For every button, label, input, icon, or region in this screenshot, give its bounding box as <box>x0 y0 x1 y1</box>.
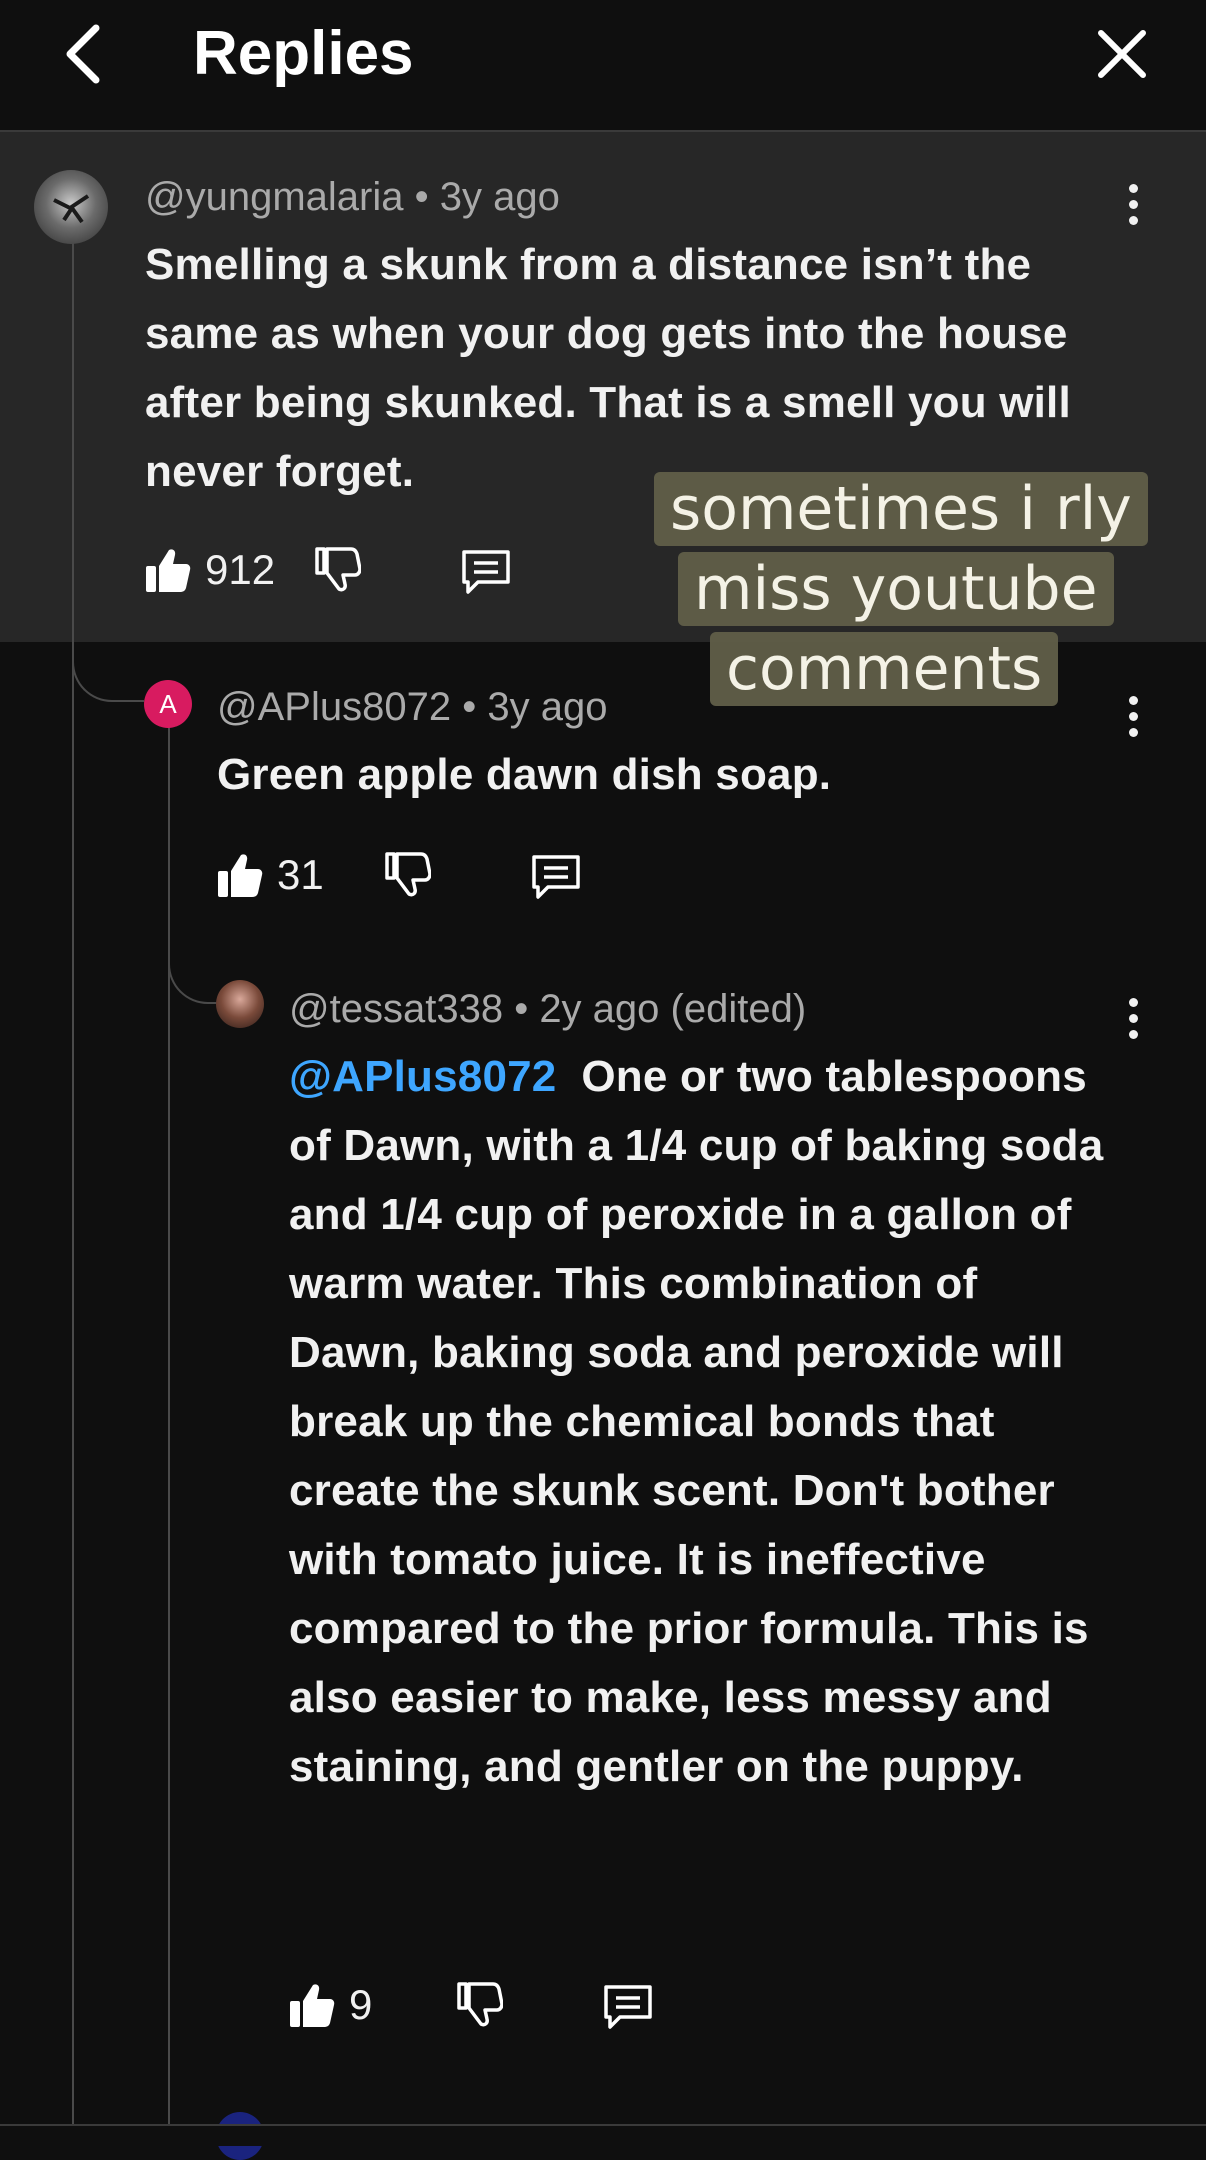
avatar-image <box>53 194 90 224</box>
overlay-caption-line: miss youtube <box>678 552 1114 626</box>
more-vert-icon[interactable] <box>1113 988 1153 1048</box>
back-button[interactable] <box>52 22 116 86</box>
like-icon <box>218 854 263 897</box>
comment-time: 3y ago <box>487 685 608 729</box>
reply-button[interactable] <box>460 548 512 596</box>
comment-time: 2y ago (edited) <box>539 987 807 1031</box>
reply-button[interactable] <box>530 853 582 901</box>
like-count: 31 <box>277 851 324 898</box>
close-button[interactable] <box>1090 22 1154 86</box>
more-vert-icon[interactable] <box>1113 174 1153 234</box>
dislike-button[interactable] <box>457 1980 503 2028</box>
overlay-caption-line: comments <box>710 632 1059 706</box>
reply-button[interactable] <box>602 1983 654 2031</box>
like-button[interactable]: 9 <box>289 1980 372 2030</box>
bottom-divider <box>0 2124 1206 2146</box>
comment-author[interactable]: @yungmalaria <box>145 175 404 219</box>
like-icon <box>146 549 191 592</box>
dislike-icon <box>457 1982 503 2027</box>
avatar-letter: A <box>159 688 177 719</box>
thread-connector-2 <box>168 940 218 1004</box>
comment-meta: @yungmalaria • 3y ago <box>145 175 560 219</box>
comment-text: @APlus8072 One or two tablespoons of Daw… <box>289 1042 1119 1801</box>
dislike-button[interactable] <box>315 545 361 593</box>
comment-author[interactable]: @tessat338 <box>289 987 503 1031</box>
mention-link[interactable]: @APlus8072 <box>289 1052 556 1101</box>
replies-header: Replies <box>0 0 1206 132</box>
more-vert-icon[interactable] <box>1113 686 1153 746</box>
dislike-button[interactable] <box>385 850 431 898</box>
reply-icon <box>532 855 580 899</box>
overlay-caption-line: sometimes i rly <box>654 472 1148 546</box>
thread-connector-1 <box>72 620 144 702</box>
like-button[interactable]: 31 <box>217 850 324 900</box>
reply-icon <box>462 550 510 594</box>
close-icon <box>1098 30 1146 78</box>
avatar[interactable] <box>216 980 264 1028</box>
comment-meta: @tessat338 • 2y ago (edited) <box>289 987 807 1031</box>
thread-line-reply <box>168 724 170 2124</box>
comment-text: Green apple dawn dish soap. <box>217 750 832 799</box>
like-count: 9 <box>349 1981 373 2028</box>
comment-body: One or two tablespoons of Dawn, with a 1… <box>289 1052 1104 1791</box>
reply-icon <box>604 1985 652 2029</box>
comment-meta: @APlus8072 • 3y ago <box>217 685 608 729</box>
like-icon <box>290 1984 335 2027</box>
comment-author[interactable]: @APlus8072 <box>217 685 451 729</box>
dislike-icon <box>385 852 431 897</box>
page-title: Replies <box>193 19 414 88</box>
like-button[interactable]: 912 <box>145 545 275 595</box>
back-arrow-icon <box>66 24 100 84</box>
like-count: 912 <box>205 546 276 593</box>
comment-time: 3y ago <box>439 175 560 219</box>
thread-connector-3 <box>168 2060 218 2122</box>
avatar[interactable]: A <box>144 680 192 728</box>
thread-line-main <box>72 240 74 2124</box>
avatar[interactable] <box>34 170 108 244</box>
dislike-icon <box>315 547 361 592</box>
comment-text: Smelling a skunk from a distance isn’t t… <box>145 240 1071 496</box>
